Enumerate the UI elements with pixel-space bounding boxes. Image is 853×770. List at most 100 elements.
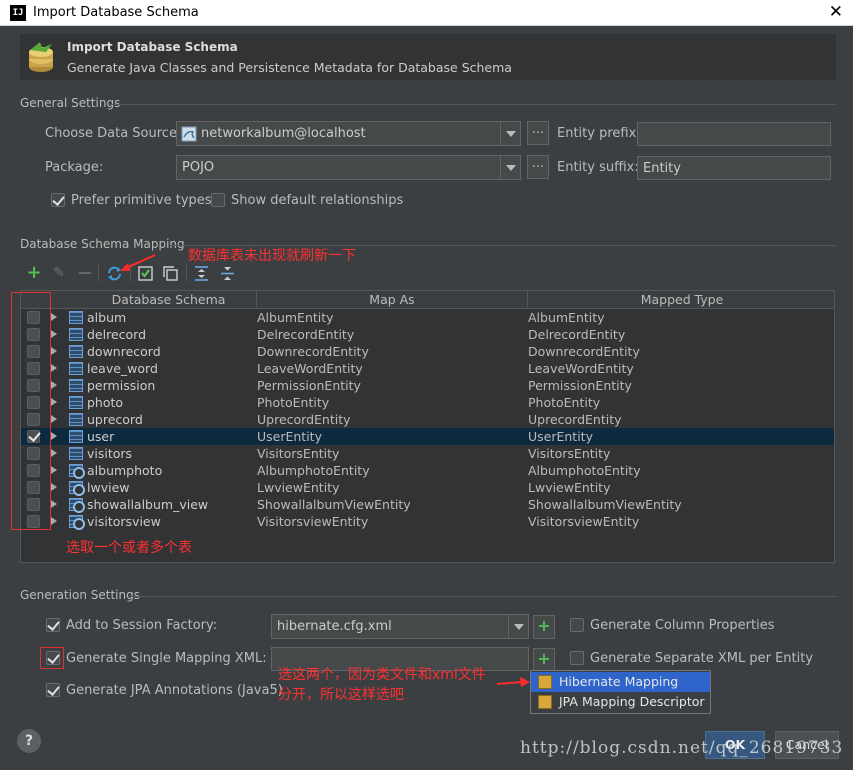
row-mapped-type[interactable]: UprecordEntity bbox=[528, 412, 622, 427]
table-row[interactable]: uprecord UprecordEntity UprecordEntity bbox=[21, 411, 834, 428]
expand-triangle-icon[interactable] bbox=[51, 347, 57, 355]
popup-item-label: Hibernate Mapping bbox=[559, 674, 679, 689]
row-map-as[interactable]: DownrecordEntity bbox=[257, 344, 369, 359]
general-settings-title: General Settings bbox=[20, 96, 121, 110]
expand-triangle-icon[interactable] bbox=[51, 432, 57, 440]
row-map-as[interactable]: PermissionEntity bbox=[257, 378, 361, 393]
entity-prefix-input[interactable] bbox=[637, 122, 831, 146]
add-icon[interactable]: + bbox=[26, 264, 42, 282]
session-factory-combo[interactable]: hibernate.cfg.xml bbox=[271, 614, 529, 639]
table-row[interactable]: permission PermissionEntity PermissionEnti… bbox=[21, 377, 834, 394]
expand-triangle-icon[interactable] bbox=[51, 364, 57, 372]
jpa-annotations-checkbox[interactable] bbox=[46, 683, 60, 697]
expand-triangle-icon[interactable] bbox=[51, 313, 57, 321]
datasource-browse-button[interactable]: ... bbox=[527, 121, 549, 145]
row-map-as[interactable]: VisitorsviewEntity bbox=[257, 514, 368, 529]
expand-triangle-icon[interactable] bbox=[51, 466, 57, 474]
expand-triangle-icon[interactable] bbox=[51, 330, 57, 338]
row-map-as[interactable]: PhotoEntity bbox=[257, 395, 329, 410]
row-schema-name: lwview bbox=[87, 480, 130, 495]
expand-triangle-icon[interactable] bbox=[51, 517, 57, 525]
chevron-down-icon[interactable] bbox=[500, 156, 520, 179]
annotation-highlight-box bbox=[11, 292, 51, 530]
generate-column-properties-label: Generate Column Properties bbox=[590, 618, 775, 633]
chevron-down-icon[interactable] bbox=[500, 122, 520, 145]
table-row[interactable]: photo PhotoEntity PhotoEntity bbox=[21, 394, 834, 411]
row-map-as[interactable]: LwviewEntity bbox=[257, 480, 339, 495]
expand-triangle-icon[interactable] bbox=[51, 500, 57, 508]
entity-suffix-input[interactable]: Entity bbox=[637, 156, 831, 180]
expand-triangle-icon[interactable] bbox=[51, 415, 57, 423]
row-map-as[interactable]: AlbumEntity bbox=[257, 310, 334, 325]
table-row[interactable]: albumphoto AlbumphotoEntity AlbumphotoEnti… bbox=[21, 462, 834, 479]
row-mapped-type[interactable]: PermissionEntity bbox=[528, 378, 632, 393]
row-mapped-type[interactable]: VisitorsviewEntity bbox=[528, 514, 639, 529]
help-icon[interactable]: ? bbox=[17, 729, 41, 753]
table-row[interactable]: user UserEntity UserEntity bbox=[21, 428, 834, 445]
table-row[interactable]: delrecord DelrecordEntity DelrecordEntity bbox=[21, 326, 834, 343]
table-icon bbox=[69, 413, 83, 426]
chevron-down-icon[interactable] bbox=[508, 615, 528, 638]
expand-triangle-icon[interactable] bbox=[51, 449, 57, 457]
annotation-arrow-icon bbox=[120, 254, 156, 271]
row-mapped-type[interactable]: PhotoEntity bbox=[528, 395, 600, 410]
schema-table: Database Schema Map As Mapped Type album… bbox=[20, 290, 835, 563]
table-row[interactable]: album AlbumEntity AlbumEntity bbox=[21, 309, 834, 326]
database-stack-icon bbox=[29, 42, 53, 72]
prefer-primitive-label: Prefer primitive types bbox=[71, 193, 212, 208]
row-mapped-type[interactable]: AlbumEntity bbox=[528, 310, 605, 325]
table-icon bbox=[69, 311, 83, 324]
session-factory-checkbox[interactable] bbox=[46, 618, 60, 632]
close-icon[interactable]: ✕ bbox=[829, 2, 843, 22]
row-mapped-type[interactable]: LwviewEntity bbox=[528, 480, 610, 495]
add-session-factory-button[interactable]: + bbox=[533, 615, 555, 639]
select-tables-annotation: 选取一个或者多个表 bbox=[66, 540, 192, 556]
intellij-app-icon: IJ bbox=[10, 5, 26, 21]
generate-separate-xml-checkbox[interactable] bbox=[570, 651, 584, 665]
row-map-as[interactable]: UprecordEntity bbox=[257, 412, 351, 427]
table-row[interactable]: lwview LwviewEntity LwviewEntity bbox=[21, 479, 834, 496]
row-mapped-type[interactable]: LeaveWordEntity bbox=[528, 361, 634, 376]
edit-icon[interactable]: ✎ bbox=[51, 265, 67, 281]
table-row[interactable]: visitors VisitorsEntity VisitorsEntity bbox=[21, 445, 834, 462]
expand-triangle-icon[interactable] bbox=[51, 483, 57, 491]
generate-column-properties-checkbox[interactable] bbox=[570, 618, 584, 632]
view-icon bbox=[69, 515, 85, 530]
row-mapped-type[interactable]: AlbumphotoEntity bbox=[528, 463, 641, 478]
row-map-as[interactable]: DelrecordEntity bbox=[257, 327, 354, 342]
package-value: POJO bbox=[182, 160, 215, 175]
row-mapped-type[interactable]: ShowallalbumViewEntity bbox=[528, 497, 682, 512]
row-map-as[interactable]: UserEntity bbox=[257, 429, 322, 444]
row-mapped-type[interactable]: UserEntity bbox=[528, 429, 593, 444]
row-mapped-type[interactable]: DelrecordEntity bbox=[528, 327, 625, 342]
table-row[interactable]: downrecord DownrecordEntity DownrecordEnti… bbox=[21, 343, 834, 360]
expand-triangle-icon[interactable] bbox=[51, 381, 57, 389]
row-map-as[interactable]: LeaveWordEntity bbox=[257, 361, 363, 376]
table-row[interactable]: visitorsview VisitorsviewEntity Visitorsvi… bbox=[21, 513, 834, 530]
expand-all-icon[interactable] bbox=[194, 266, 209, 281]
row-mapped-type[interactable]: VisitorsEntity bbox=[528, 446, 610, 461]
column-header-database-schema[interactable]: Database Schema bbox=[81, 292, 256, 307]
row-map-as[interactable]: ShowallalbumViewEntity bbox=[257, 497, 411, 512]
table-row[interactable]: leave_word LeaveWordEntity LeaveWordEntity bbox=[21, 360, 834, 377]
row-mapped-type[interactable]: DownrecordEntity bbox=[528, 344, 640, 359]
popup-item-hibernate-mapping[interactable]: Hibernate Mapping bbox=[531, 672, 710, 692]
popup-item-jpa-mapping-descriptor[interactable]: JPA Mapping Descriptor bbox=[531, 692, 710, 712]
column-header-mapped-type[interactable]: Mapped Type bbox=[528, 292, 834, 307]
datasource-combo[interactable]: networkalbum@localhost bbox=[176, 121, 521, 146]
package-browse-button[interactable]: ... bbox=[527, 155, 549, 179]
add-mapping-button[interactable]: + bbox=[533, 648, 555, 672]
package-combo[interactable]: POJO bbox=[176, 155, 521, 180]
collapse-all-icon[interactable] bbox=[220, 266, 235, 281]
row-map-as[interactable]: AlbumphotoEntity bbox=[257, 463, 370, 478]
remove-icon[interactable]: — bbox=[77, 265, 93, 281]
prefer-primitive-checkbox[interactable] bbox=[51, 193, 65, 207]
unselect-all-icon[interactable] bbox=[163, 266, 178, 281]
table-row[interactable]: showallalbum_view ShowallalbumViewEntity S… bbox=[21, 496, 834, 513]
expand-triangle-icon[interactable] bbox=[51, 398, 57, 406]
row-map-as[interactable]: VisitorsEntity bbox=[257, 446, 339, 461]
table-header: Database Schema Map As Mapped Type bbox=[21, 291, 834, 309]
column-header-map-as[interactable]: Map As bbox=[257, 292, 527, 307]
row-schema-name: visitorsview bbox=[87, 514, 161, 529]
show-default-relationships-checkbox[interactable] bbox=[211, 193, 225, 207]
